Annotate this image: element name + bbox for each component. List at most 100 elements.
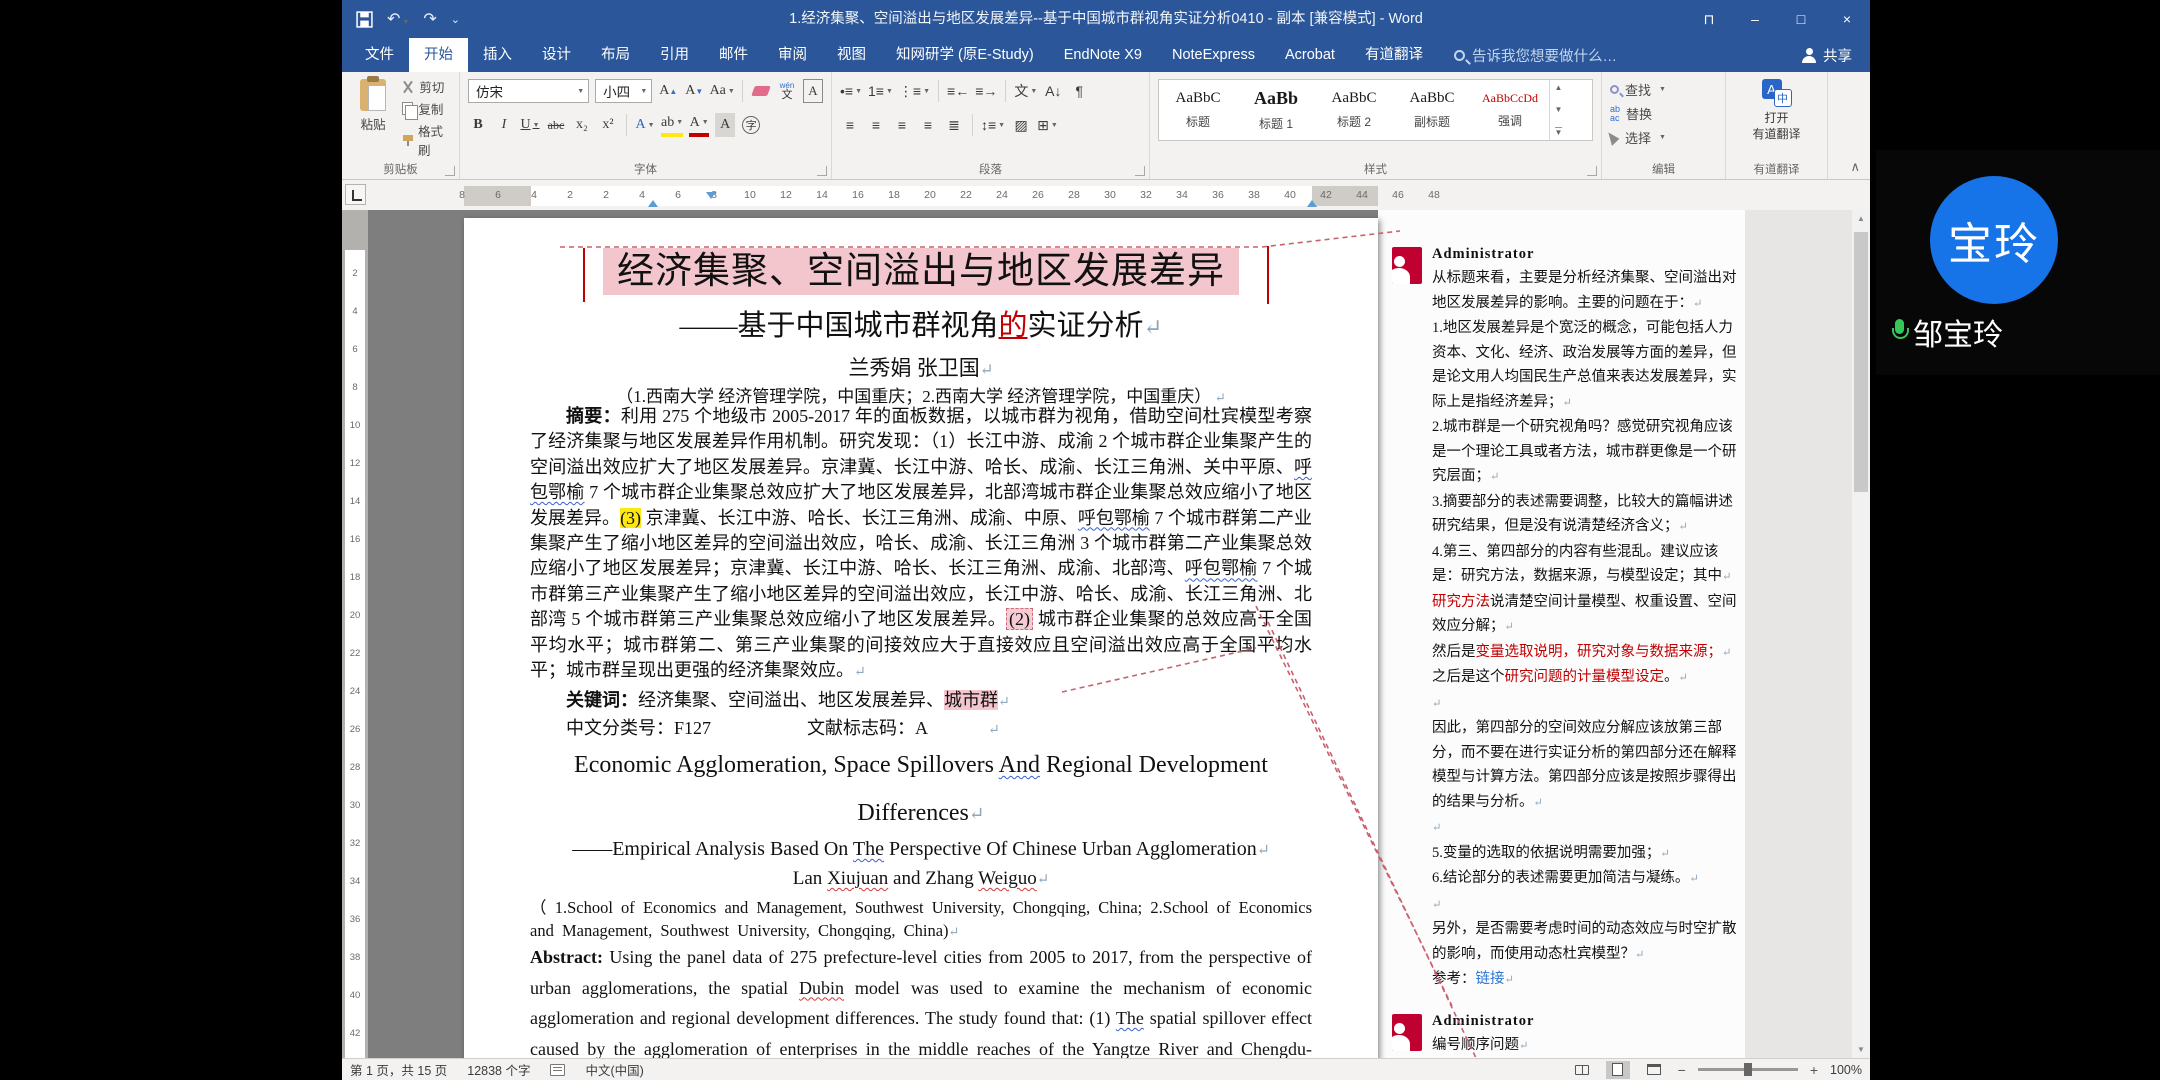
shading-icon[interactable]: ▨: [1011, 113, 1031, 137]
tab-设计[interactable]: 设计: [527, 38, 586, 72]
tab-布局[interactable]: 布局: [586, 38, 645, 72]
tell-me-box[interactable]: 告诉我您想要做什么…: [1454, 38, 1617, 72]
maximize-icon[interactable]: □: [1778, 0, 1824, 38]
zoom-thumb[interactable]: [1744, 1063, 1752, 1076]
tab-引用[interactable]: 引用: [645, 38, 704, 72]
style-标题 1[interactable]: AaBb标题 1: [1237, 80, 1315, 140]
font-size-combo[interactable]: 小四▼: [595, 79, 652, 103]
dialog-launcher-icon[interactable]: [445, 166, 455, 176]
comment[interactable]: Administrator从标题来看，主要是分析经济集聚、空间溢出对地区发展差异…: [1392, 246, 1731, 993]
document-page[interactable]: 经济集聚、空间溢出与地区发展差异 ——基于中国城市群视角的实证分析↵ 兰秀娟 张…: [464, 218, 1378, 1058]
grow-font-button[interactable]: A▲: [658, 79, 678, 103]
zoom-in-icon[interactable]: +: [1810, 1062, 1818, 1078]
close-icon[interactable]: ×: [1824, 0, 1870, 38]
read-mode-button[interactable]: [1570, 1061, 1594, 1079]
zoom-slider[interactable]: [1698, 1068, 1798, 1071]
word-count[interactable]: 12838 个字: [467, 1060, 530, 1079]
tab-插入[interactable]: 插入: [468, 38, 527, 72]
minimize-icon[interactable]: –: [1732, 0, 1778, 38]
tab-EndNote X9[interactable]: EndNote X9: [1049, 38, 1157, 72]
dialog-launcher-icon[interactable]: [1135, 166, 1145, 176]
scrollbar-thumb[interactable]: [1854, 232, 1868, 492]
style-标题 2[interactable]: AaBbC标题 2: [1315, 80, 1393, 140]
ribbon-display-options-icon[interactable]: ⊓: [1686, 0, 1732, 38]
gallery-up-icon[interactable]: ▲: [1555, 83, 1563, 92]
proofing-icon[interactable]: [550, 1064, 565, 1076]
horizontal-ruler[interactable]: 8642246810121416182022242628303234363840…: [464, 186, 1378, 206]
gallery-down-icon[interactable]: ▼: [1555, 105, 1563, 114]
pinyin-guide-button[interactable]: wén文: [777, 79, 797, 103]
page-info[interactable]: 第 1 页，共 15 页: [350, 1060, 447, 1079]
tab-文件[interactable]: 文件: [350, 38, 409, 72]
superscript-button[interactable]: x²: [598, 113, 618, 137]
undo-icon[interactable]: ↶▼: [387, 9, 409, 29]
select-button[interactable]: 选择▼: [1610, 128, 1717, 147]
align-right-icon[interactable]: ≡: [892, 113, 912, 137]
clear-format-button[interactable]: [751, 79, 771, 103]
italic-button[interactable]: I: [494, 113, 514, 137]
tab-有道翻译[interactable]: 有道翻译: [1350, 38, 1438, 72]
print-layout-button[interactable]: [1606, 1061, 1630, 1079]
tab-NoteExpress[interactable]: NoteExpress: [1157, 38, 1270, 72]
change-case-button[interactable]: Aa▼: [710, 79, 734, 103]
replace-button[interactable]: abac替换: [1610, 104, 1717, 123]
right-indent-marker[interactable]: [1307, 200, 1317, 207]
first-line-indent-marker[interactable]: [706, 192, 716, 199]
shrink-font-button[interactable]: A▼: [684, 79, 704, 103]
strikethrough-button[interactable]: abc: [546, 113, 566, 137]
dialog-launcher-icon[interactable]: [1587, 166, 1597, 176]
left-indent-marker[interactable]: [648, 200, 658, 207]
scroll-up-icon[interactable]: ▲: [1852, 214, 1870, 223]
subscript-button[interactable]: x₂: [572, 113, 592, 137]
align-center-icon[interactable]: ≡: [866, 113, 886, 137]
paste-button[interactable]: 粘贴: [350, 77, 396, 159]
highlight-button[interactable]: ab▼: [661, 113, 683, 137]
redo-icon[interactable]: ↷: [423, 9, 436, 29]
customize-qat-icon[interactable]: ⌄: [451, 13, 460, 26]
decrease-indent-icon[interactable]: ≡←: [947, 79, 969, 103]
underline-button[interactable]: U▼: [520, 113, 540, 137]
enclose-character-button[interactable]: 字: [741, 113, 761, 137]
tab-selector[interactable]: [345, 184, 366, 205]
web-layout-button[interactable]: [1642, 1061, 1666, 1079]
style-强调[interactable]: AaBbCcDd强调: [1471, 80, 1549, 140]
zoom-out-icon[interactable]: −: [1678, 1062, 1686, 1078]
scroll-down-icon[interactable]: ▼: [1852, 1045, 1870, 1054]
comment[interactable]: Administrator编号顺序问题↵: [1392, 1013, 1731, 1059]
share-button[interactable]: 共享: [1784, 38, 1870, 72]
multilevel-list-icon[interactable]: ⋮≡▼: [899, 79, 930, 103]
tab-Acrobat[interactable]: Acrobat: [1270, 38, 1350, 72]
collapse-ribbon-icon[interactable]: ∧: [1850, 159, 1860, 175]
character-shading-button[interactable]: A: [715, 113, 735, 137]
gallery-more-icon[interactable]: ▼: [1555, 127, 1563, 137]
borders-icon[interactable]: ⊞▼: [1037, 113, 1058, 137]
bold-button[interactable]: B: [468, 113, 488, 137]
tab-视图[interactable]: 视图: [822, 38, 881, 72]
copy-button[interactable]: 复制: [402, 99, 451, 118]
numbering-icon[interactable]: 1≡▼: [868, 79, 893, 103]
open-youdao-button[interactable]: A 中 打开有道翻译: [1734, 77, 1819, 142]
tab-开始[interactable]: 开始: [409, 38, 468, 72]
sort-icon[interactable]: A↓: [1043, 79, 1063, 103]
bullets-icon[interactable]: •≡▼: [840, 79, 862, 103]
justify-icon[interactable]: ≡: [918, 113, 938, 137]
font-name-combo[interactable]: 仿宋▼: [468, 79, 589, 103]
asian-layout-icon[interactable]: 文▼: [1014, 79, 1037, 103]
language-status[interactable]: 中文(中国): [585, 1060, 643, 1079]
dialog-launcher-icon[interactable]: [817, 166, 827, 176]
zoom-level[interactable]: 100%: [1830, 1063, 1862, 1077]
font-color-button[interactable]: A▼: [689, 113, 709, 137]
vertical-scrollbar[interactable]: ▲ ▼: [1852, 210, 1870, 1058]
align-left-icon[interactable]: ≡: [840, 113, 860, 137]
style-标题[interactable]: AaBbC标题: [1159, 80, 1237, 140]
text-effects-button[interactable]: A▼: [635, 113, 655, 137]
increase-indent-icon[interactable]: ≡→: [975, 79, 997, 103]
style-副标题[interactable]: AaBbC副标题: [1393, 80, 1471, 140]
cut-button[interactable]: 剪切: [402, 77, 451, 96]
tab-邮件[interactable]: 邮件: [704, 38, 763, 72]
find-button[interactable]: 查找▼: [1610, 80, 1717, 99]
save-icon[interactable]: [356, 11, 373, 28]
tab-审阅[interactable]: 审阅: [763, 38, 822, 72]
vertical-ruler[interactable]: 24681012141618202224262830323436384042: [342, 210, 368, 1058]
show-marks-icon[interactable]: ¶: [1069, 79, 1089, 103]
